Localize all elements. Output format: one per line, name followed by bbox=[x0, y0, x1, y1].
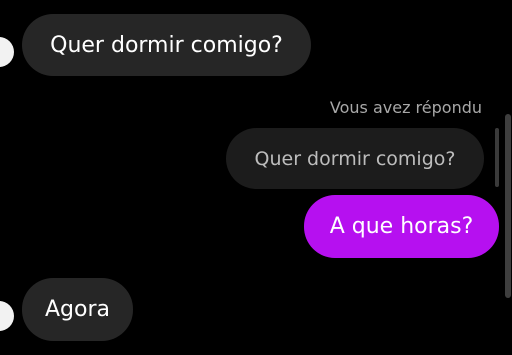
sent-message[interactable]: A que horas? bbox=[304, 195, 499, 258]
contact-avatar[interactable] bbox=[0, 37, 14, 67]
quoted-message[interactable]: Quer dormir comigo? bbox=[226, 128, 484, 189]
message-text: Quer dormir comigo? bbox=[50, 32, 283, 58]
contact-avatar[interactable] bbox=[0, 301, 14, 331]
quoted-message-text: Quer dormir comigo? bbox=[254, 147, 456, 170]
reply-indicator-bar bbox=[495, 128, 499, 187]
received-message[interactable]: Agora bbox=[22, 278, 133, 341]
scrollbar[interactable] bbox=[505, 114, 511, 298]
message-text: A que horas? bbox=[329, 214, 474, 239]
received-message[interactable]: Quer dormir comigo? bbox=[22, 14, 311, 76]
message-text: Agora bbox=[44, 297, 110, 322]
reply-context-label: Vous avez répondu bbox=[329, 98, 482, 117]
